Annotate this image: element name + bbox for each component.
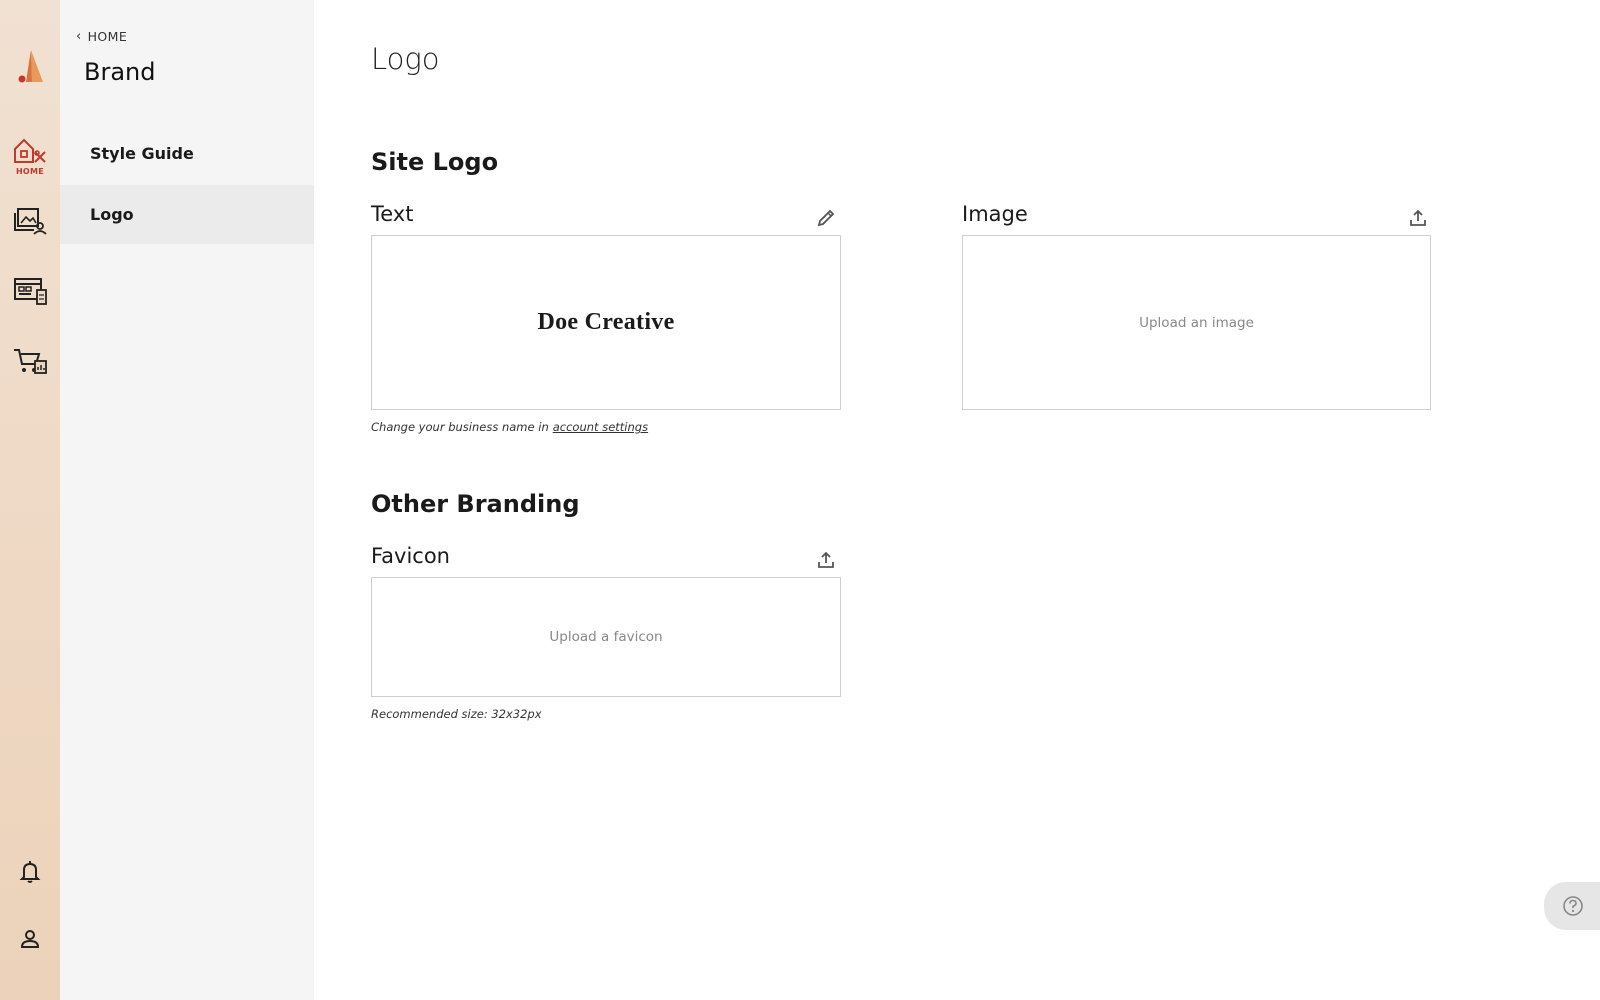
icon-rail: HOME — [0, 0, 60, 1000]
app-logo-icon[interactable] — [0, 48, 60, 84]
favicon-upload-dropzone[interactable]: Upload a favicon — [371, 577, 841, 697]
hint-text: Change your business name in — [371, 420, 549, 434]
sidebar-item-logo[interactable]: Logo — [60, 185, 314, 244]
main-content: Logo Site Logo Text Doe Creative Change … — [314, 0, 1600, 1000]
store-cart-icon — [14, 349, 47, 374]
bell-icon[interactable] — [0, 860, 60, 884]
rail-store[interactable] — [0, 346, 60, 376]
chevron-left-icon: ‹ — [76, 29, 82, 44]
rail-home-label: HOME — [15, 167, 45, 176]
text-field-label: Text — [371, 202, 414, 226]
logo-text-preview[interactable]: Doe Creative — [371, 235, 841, 410]
image-upload-placeholder: Upload an image — [1139, 314, 1254, 331]
help-button[interactable] — [1544, 882, 1600, 930]
pencil-icon — [817, 209, 835, 227]
sidebar-item-style-guide[interactable]: Style Guide — [60, 124, 314, 183]
image-field-label: Image — [962, 202, 1028, 226]
favicon-upload-placeholder: Upload a favicon — [549, 629, 663, 645]
back-link-label: HOME — [87, 29, 128, 44]
back-to-home-link[interactable]: ‹ HOME — [76, 29, 127, 44]
user-icon[interactable] — [0, 928, 60, 950]
rail-home[interactable]: HOME — [0, 136, 60, 176]
sidebar-item-label: Logo — [90, 205, 134, 224]
image-upload-dropzone[interactable]: Upload an image — [962, 235, 1431, 410]
rail-website[interactable] — [0, 276, 60, 306]
sidebar-title: Brand — [84, 58, 156, 86]
sidebar-item-label: Style Guide — [90, 144, 194, 163]
website-pages-icon — [14, 278, 47, 305]
account-settings-link[interactable]: account settings — [553, 420, 648, 434]
home-tools-icon — [14, 138, 46, 163]
help-icon — [1563, 896, 1583, 916]
media-gallery-icon — [14, 208, 47, 235]
upload-icon — [1410, 209, 1426, 226]
edit-text-button[interactable] — [815, 207, 837, 229]
other-branding-heading: Other Branding — [371, 490, 580, 518]
upload-image-button[interactable] — [1407, 207, 1429, 229]
favicon-size-hint: Recommended size: 32x32px — [371, 707, 542, 721]
rail-media[interactable] — [0, 206, 60, 236]
upload-icon — [818, 551, 834, 568]
page-title: Logo — [371, 42, 440, 76]
brand-sidebar: ‹ HOME Brand Style Guide Logo — [60, 0, 314, 1000]
upload-favicon-button[interactable] — [815, 549, 837, 571]
logo-text-value: Doe Creative — [537, 309, 675, 335]
business-name-hint: Change your business name in account sett… — [371, 420, 648, 434]
favicon-field-label: Favicon — [371, 544, 450, 568]
site-logo-heading: Site Logo — [371, 148, 499, 176]
